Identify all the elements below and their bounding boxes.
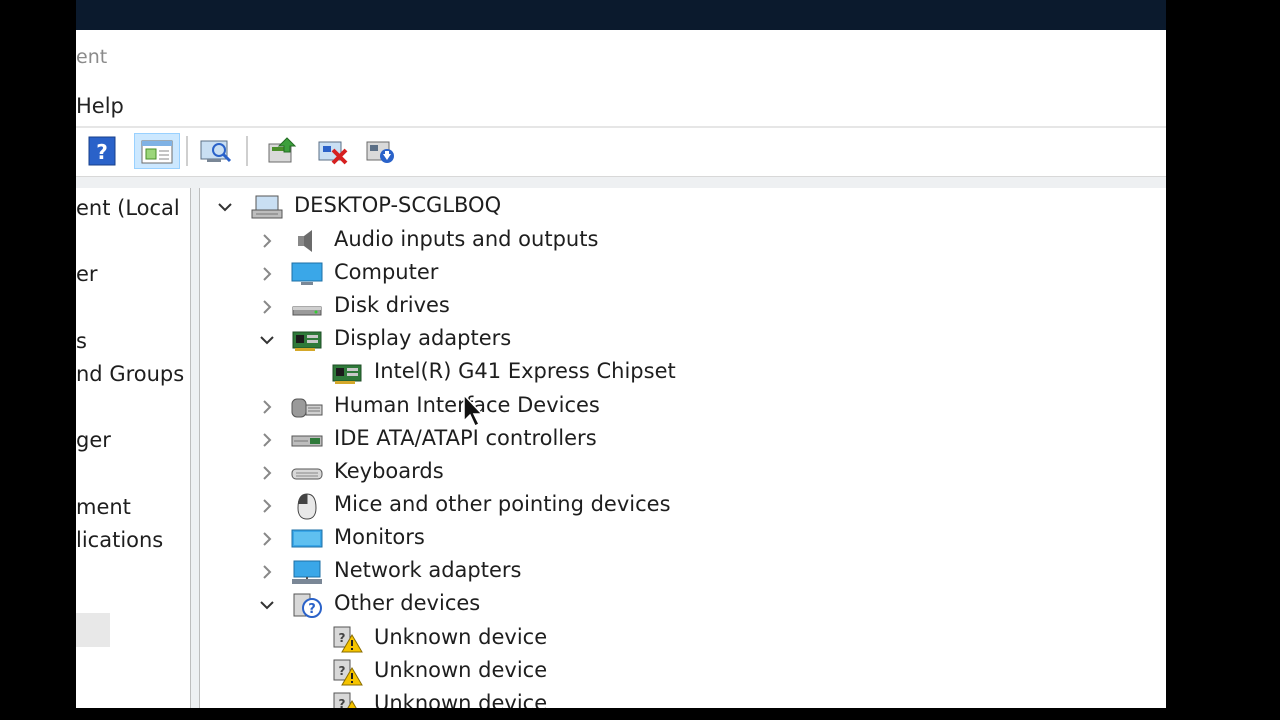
title-bar: ent bbox=[76, 30, 1166, 86]
mouse-cursor-icon bbox=[463, 393, 484, 428]
properties-view-icon bbox=[141, 140, 173, 164]
tree-node-display-adapters[interactable]: Display adapters bbox=[200, 324, 760, 356]
chevron-right-icon[interactable] bbox=[258, 398, 276, 416]
console-tree-item[interactable]: ent (Local bbox=[76, 196, 180, 220]
pane-splitter[interactable] bbox=[190, 188, 200, 708]
tree-node-label: IDE ATA/ATAPI controllers bbox=[334, 426, 597, 450]
help-icon: ? bbox=[88, 136, 116, 166]
uninstall-device-button[interactable] bbox=[314, 133, 350, 169]
chevron-right-icon[interactable] bbox=[258, 298, 276, 316]
tree-device-unknown[interactable]: ? Unknown device bbox=[200, 656, 760, 688]
tree-device-intel-g41[interactable]: Intel(R) G41 Express Chipset bbox=[200, 357, 800, 389]
chevron-right-icon[interactable] bbox=[258, 431, 276, 449]
scan-hardware-button[interactable] bbox=[198, 133, 234, 169]
chevron-down-icon[interactable] bbox=[258, 596, 276, 614]
unknown-device-warning-icon: ? bbox=[333, 692, 357, 708]
disk-drive-icon bbox=[292, 306, 322, 316]
window-title: ent bbox=[76, 46, 108, 68]
console-tree-item-device-manager[interactable]: ger bbox=[76, 428, 111, 452]
tree-node-mice[interactable]: Mice and other pointing devices bbox=[200, 490, 800, 522]
tree-node-monitors[interactable]: Monitors bbox=[200, 523, 760, 555]
uninstall-device-icon bbox=[318, 141, 348, 165]
tree-node-label: Disk drives bbox=[334, 293, 450, 317]
tree-node-label: Display adapters bbox=[334, 326, 512, 350]
update-driver-icon bbox=[268, 137, 297, 163]
menu-bar: Help bbox=[76, 86, 1166, 126]
tree-device-unknown[interactable]: ? Unknown device bbox=[200, 623, 760, 655]
mouse-icon bbox=[297, 493, 317, 520]
tree-node-label: Mice and other pointing devices bbox=[334, 492, 671, 516]
svg-text:?: ? bbox=[339, 664, 346, 678]
svg-text:?: ? bbox=[308, 602, 316, 617]
computer-root-icon bbox=[251, 195, 283, 219]
monitor-icon bbox=[291, 262, 323, 285]
console-tree-item[interactable]: nd Groups bbox=[76, 362, 184, 386]
toolbar: ? bbox=[76, 126, 1166, 178]
tree-node-disk-drives[interactable]: Disk drives bbox=[200, 291, 760, 323]
chevron-down-icon[interactable] bbox=[258, 331, 276, 349]
toolbar-separator bbox=[186, 136, 188, 166]
tree-node-label: Keyboards bbox=[334, 459, 444, 483]
tree-node-computer[interactable]: Computer bbox=[200, 258, 760, 290]
chevron-right-icon[interactable] bbox=[258, 464, 276, 482]
display-adapter-icon bbox=[292, 331, 322, 351]
chevron-down-icon[interactable] bbox=[216, 198, 234, 216]
computer-name-label: DESKTOP-SCGLBOQ bbox=[294, 193, 502, 217]
tree-node-label: Monitors bbox=[334, 525, 425, 549]
other-devices-icon: ? bbox=[293, 593, 322, 618]
tree-node-audio[interactable]: Audio inputs and outputs bbox=[200, 225, 760, 257]
tree-node-network-adapters[interactable]: Network adapters bbox=[200, 556, 760, 588]
monitor-icon bbox=[291, 529, 323, 548]
tree-device-unknown[interactable]: ? Unknown device bbox=[200, 689, 760, 708]
tree-node-label: Audio inputs and outputs bbox=[334, 227, 599, 251]
display-adapter-icon bbox=[332, 364, 362, 384]
chevron-right-icon[interactable] bbox=[258, 497, 276, 515]
tree-root[interactable]: DESKTOP-SCGLBOQ bbox=[200, 191, 700, 223]
network-adapter-icon bbox=[292, 560, 322, 584]
keyboard-icon bbox=[291, 468, 323, 480]
scan-hardware-icon bbox=[200, 140, 232, 163]
tree-node-label: Network adapters bbox=[334, 558, 522, 582]
device-manager-window: ent Help ? ent (Local er s nd Groups ger… bbox=[76, 0, 1166, 708]
console-tree-pane: ent (Local er s nd Groups ger ment licat… bbox=[76, 188, 190, 708]
window-top-strip bbox=[76, 0, 1166, 30]
svg-text:?: ? bbox=[96, 140, 108, 164]
tree-node-keyboards[interactable]: Keyboards bbox=[200, 457, 760, 489]
console-tree-item[interactable]: ment bbox=[76, 495, 131, 519]
svg-text:?: ? bbox=[339, 697, 346, 708]
speaker-icon bbox=[298, 230, 312, 252]
properties-view-button[interactable] bbox=[134, 133, 180, 169]
hid-icon bbox=[291, 398, 323, 418]
update-driver-button[interactable] bbox=[264, 133, 300, 169]
tree-node-label: Intel(R) G41 Express Chipset bbox=[374, 359, 676, 383]
chevron-right-icon[interactable] bbox=[258, 232, 276, 250]
toolbar-separator bbox=[246, 136, 248, 166]
tree-node-label: Unknown device bbox=[374, 625, 548, 649]
tree-node-label: Computer bbox=[334, 260, 439, 284]
tree-node-label: Other devices bbox=[334, 591, 481, 615]
help-button[interactable]: ? bbox=[84, 133, 120, 169]
screen: ent Help ? ent (Local er s nd Groups ger… bbox=[0, 0, 1280, 720]
ide-controller-icon bbox=[291, 435, 323, 447]
device-tree-pane: DESKTOP-SCGLBOQ Audio inputs and outputs… bbox=[200, 188, 1166, 708]
chevron-right-icon[interactable] bbox=[258, 265, 276, 283]
unknown-device-warning-icon: ? bbox=[333, 659, 363, 686]
selected-item-highlight bbox=[76, 613, 110, 647]
add-legacy-hardware-button[interactable] bbox=[362, 133, 398, 169]
menu-help[interactable]: Help bbox=[76, 94, 124, 118]
console-tree-item[interactable]: s bbox=[76, 329, 87, 353]
tree-node-label: Unknown device bbox=[374, 658, 548, 682]
unknown-device-warning-icon: ? bbox=[333, 626, 363, 653]
svg-text:?: ? bbox=[339, 631, 346, 645]
tree-node-label: Unknown device bbox=[374, 691, 548, 708]
console-tree-item[interactable]: er bbox=[76, 262, 98, 286]
add-legacy-hardware-icon bbox=[366, 141, 394, 163]
chevron-right-icon[interactable] bbox=[258, 530, 276, 548]
chevron-right-icon[interactable] bbox=[258, 563, 276, 581]
tree-node-other-devices[interactable]: ? Other devices bbox=[200, 589, 760, 621]
console-tree-item[interactable]: lications bbox=[76, 528, 163, 552]
